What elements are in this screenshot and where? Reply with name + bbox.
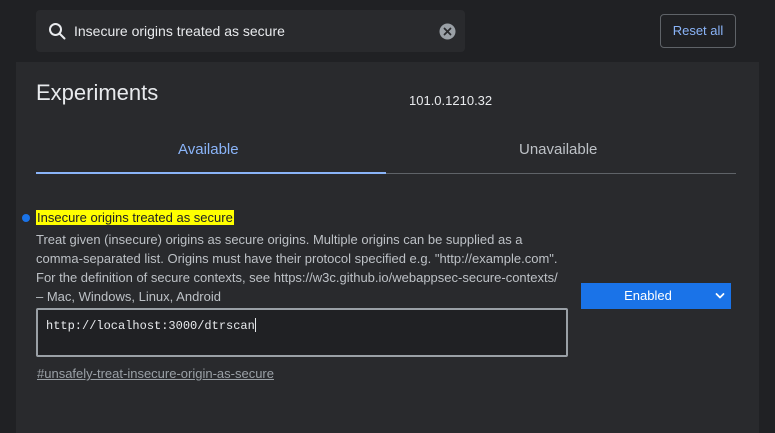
description-line: comma-separated list. Origins must have … xyxy=(36,251,558,266)
page-title: Experiments xyxy=(36,80,159,105)
tab-unavailable[interactable]: Unavailable xyxy=(519,141,597,158)
text-caret xyxy=(254,318,256,332)
search-input[interactable]: Insecure origins treated as secure xyxy=(74,23,285,39)
description-line: For the definition of secure contexts, s… xyxy=(36,270,558,285)
active-tab-indicator xyxy=(36,172,386,174)
description-line: – Mac, Windows, Linux, Android xyxy=(36,289,221,304)
experiment-state-select[interactable]: Enabled xyxy=(581,283,731,309)
version-label: 101.0.1210.32 xyxy=(409,93,493,108)
experiment-description: Treat given (insecure) origins as secure… xyxy=(36,230,576,306)
chevron-down-icon xyxy=(715,293,725,299)
flag-permalink[interactable]: #unsafely-treat-insecure-origin-as-secur… xyxy=(37,366,274,381)
experiment-state-label: Enabled xyxy=(624,288,672,303)
search-icon xyxy=(49,23,66,40)
description-line: Treat given (insecure) origins as secure… xyxy=(36,232,523,247)
clear-icon[interactable] xyxy=(439,23,456,40)
experiment-title: Insecure origins treated as secure xyxy=(36,210,234,225)
reset-all-button[interactable]: Reset all xyxy=(660,14,736,48)
origins-textarea[interactable]: http://localhost:3000/dtrscan xyxy=(36,308,568,357)
right-gutter xyxy=(759,62,775,433)
search-box[interactable]: Insecure origins treated as secure xyxy=(36,10,465,52)
left-gutter xyxy=(0,62,16,433)
modified-indicator-dot xyxy=(22,214,30,222)
tab-available[interactable]: Available xyxy=(178,141,239,158)
origins-textarea-value: http://localhost:3000/dtrscan xyxy=(46,319,255,333)
